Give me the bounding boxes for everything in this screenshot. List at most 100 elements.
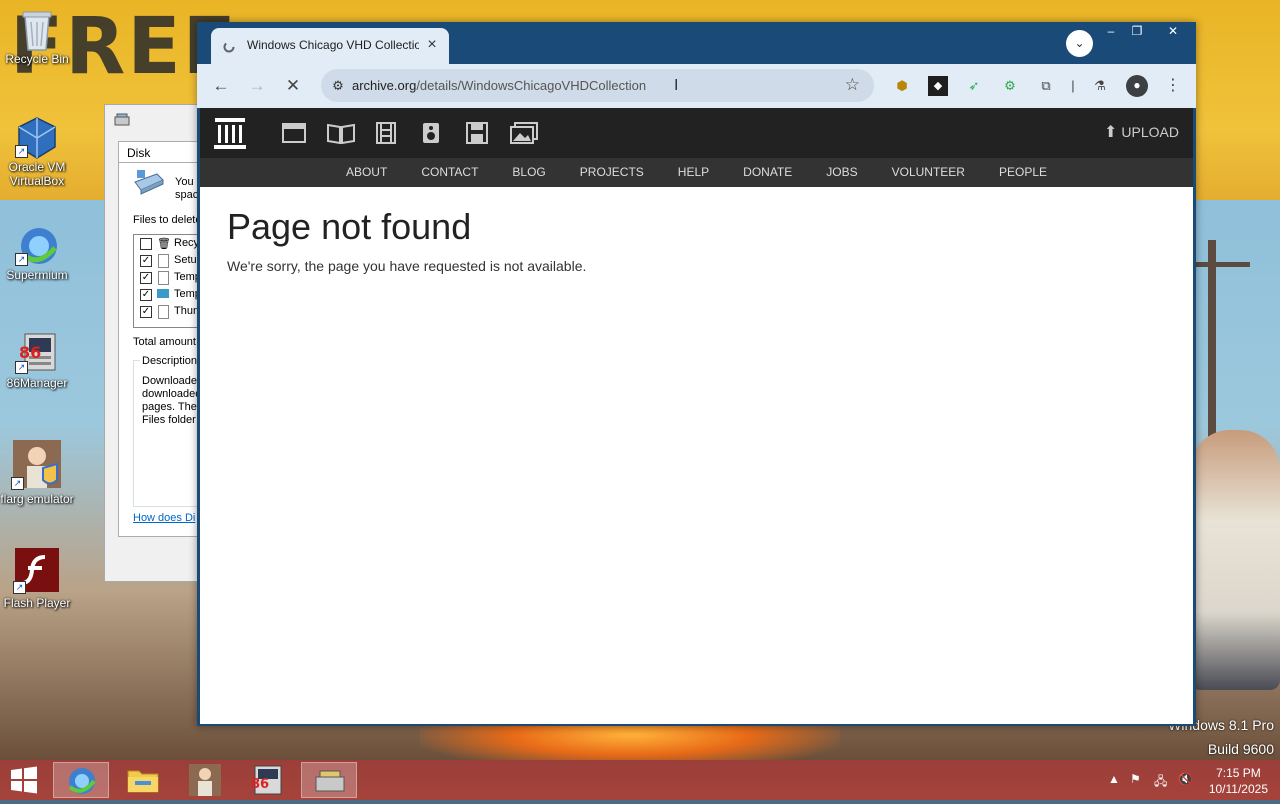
- video-film-icon[interactable]: [374, 122, 398, 144]
- taskbar-supermium[interactable]: [53, 762, 109, 798]
- upload-label: UPLOAD: [1121, 124, 1179, 140]
- recycle-bin-icon: [17, 8, 57, 51]
- extension-shield-icon[interactable]: ⬢: [892, 76, 912, 96]
- nav-projects[interactable]: PROJECTS: [563, 158, 661, 187]
- taskbar-disk-cleanup[interactable]: [301, 762, 357, 798]
- profile-avatar-icon[interactable]: ●: [1126, 75, 1148, 97]
- taskbar-86manager[interactable]: 86: [239, 762, 295, 798]
- loading-favicon-icon: [223, 40, 235, 53]
- nav-help[interactable]: HELP: [661, 158, 726, 187]
- window-controls: – ❐ ✕: [1098, 22, 1196, 40]
- internet-files-icon: [157, 289, 169, 298]
- new-tab-button[interactable]: +: [459, 30, 481, 52]
- desktop-icon-supermium[interactable]: ↗ Supermium: [0, 224, 74, 282]
- web-archive-icon[interactable]: [282, 122, 306, 144]
- bookmark-star-icon[interactable]: ☆: [845, 75, 860, 95]
- extensions-puzzle-icon[interactable]: ⧉: [1036, 76, 1056, 96]
- internet-archive-logo-icon[interactable]: [214, 116, 246, 150]
- list-item[interactable]: ✓ Thum: [134, 303, 204, 320]
- description-label: Description: [140, 355, 200, 367]
- text-cursor-icon: I: [674, 77, 679, 94]
- files-to-delete-list[interactable]: 🗑 Recy ✓ Setu ✓ Temp ✓ Temp ✓ Thum: [133, 234, 205, 328]
- volume-muted-icon[interactable]: 🔇: [1178, 772, 1193, 786]
- error-message: We're sorry, the page you have requested…: [227, 258, 587, 274]
- virtualbox-icon: ↗: [15, 116, 57, 159]
- description-line: Downloade: [142, 375, 198, 387]
- description-line: Files folder: [142, 414, 196, 426]
- stop-loading-icon[interactable]: ✕: [281, 74, 305, 98]
- back-arrow-icon[interactable]: ←: [209, 74, 233, 98]
- minimize-button[interactable]: –: [1098, 22, 1124, 40]
- disk-cleanup-help-link[interactable]: How does Di: [133, 512, 195, 524]
- desktop-icon-virtualbox[interactable]: ↗ Oracle VM VirtualBox: [0, 116, 74, 188]
- audio-speaker-icon[interactable]: [422, 122, 446, 144]
- svg-text:86: 86: [19, 343, 41, 362]
- windows-start-icon[interactable]: [9, 766, 39, 794]
- desktop-icon-label: Recycle Bin: [5, 52, 69, 66]
- tab-search-chevron-icon[interactable]: ⌄: [1066, 30, 1093, 57]
- tab-close-icon[interactable]: ×: [423, 36, 441, 54]
- images-icon[interactable]: [510, 122, 538, 144]
- network-icon[interactable]: 🖧: [1154, 772, 1167, 793]
- software-floppy-icon[interactable]: [466, 122, 490, 144]
- extension-roblox-icon[interactable]: ◆: [928, 76, 948, 96]
- list-item-label: Recy: [174, 237, 200, 249]
- show-hidden-icons-chevron[interactable]: ▲: [1108, 772, 1120, 786]
- extension-arrow-icon[interactable]: ➶: [964, 76, 984, 96]
- desktop-icon-flarg-emulator[interactable]: ↗ flarg emulator: [0, 440, 74, 506]
- labs-flask-icon[interactable]: ⚗: [1090, 76, 1110, 96]
- browser-window[interactable]: Windows Chicago VHD Collection × + ⌄ – ❐…: [197, 22, 1196, 726]
- file-icon: [158, 254, 169, 268]
- maximize-button[interactable]: ❐: [1124, 22, 1150, 40]
- checkbox-checked[interactable]: ✓: [140, 272, 152, 284]
- address-bar[interactable]: ⚙ archive.org/details/WindowsChicagoVHDC…: [321, 69, 874, 102]
- nav-jobs[interactable]: JOBS: [809, 158, 874, 187]
- taskbar-file-explorer[interactable]: [115, 762, 171, 798]
- desktop-icon-86manager[interactable]: 86 ↗ 86Manager: [0, 332, 74, 390]
- checkbox-unchecked[interactable]: [140, 238, 152, 250]
- desktop-icon-label: Flash Player: [3, 596, 71, 610]
- desktop-icon-flash-player[interactable]: ↗ Flash Player: [0, 548, 74, 610]
- web-page-content: ⬆ UPLOAD ABOUT CONTACT BLOG PROJECTS HELP…: [200, 108, 1193, 724]
- list-item[interactable]: ✓ Setu: [134, 252, 204, 269]
- url-text[interactable]: archive.org/details/WindowsChicagoVHDCol…: [352, 78, 646, 93]
- upload-arrow-icon: ⬆: [1104, 124, 1118, 141]
- os-watermark-build: Build 9600: [1207, 741, 1274, 757]
- checkbox-checked[interactable]: ✓: [140, 306, 152, 318]
- tab-disk-cleanup[interactable]: Disk Cleanup: [118, 141, 198, 174]
- taskbar-clock[interactable]: 7:15 PM 10/11/2025: [1209, 765, 1268, 797]
- taskbar-flarg-emulator[interactable]: [177, 762, 233, 798]
- description-line: downloaded: [142, 388, 202, 400]
- site-info-icon[interactable]: ⚙: [329, 77, 347, 95]
- nav-about[interactable]: ABOUT: [329, 158, 404, 187]
- list-item[interactable]: ✓ Temp: [134, 286, 204, 303]
- action-center-flag-icon[interactable]: ⚑: [1130, 772, 1141, 786]
- browser-titlebar[interactable]: Windows Chicago VHD Collection × + ⌄ – ❐…: [197, 22, 1196, 64]
- 86manager-icon: 86 ↗: [15, 332, 57, 374]
- extension-android-icon[interactable]: ⚙: [1000, 76, 1020, 96]
- forward-arrow-icon[interactable]: →: [245, 74, 269, 98]
- clock-date: 10/11/2025: [1208, 782, 1268, 796]
- nav-contact[interactable]: CONTACT: [404, 158, 495, 187]
- shortcut-arrow-icon: ↗: [11, 477, 24, 490]
- browser-tab-active[interactable]: Windows Chicago VHD Collection ×: [211, 28, 449, 64]
- browser-menu-icon[interactable]: ⋮: [1163, 76, 1183, 96]
- shortcut-arrow-icon: ↗: [15, 253, 28, 266]
- clock-time: 7:15 PM: [1216, 766, 1261, 780]
- nav-blog[interactable]: BLOG: [495, 158, 562, 187]
- list-item[interactable]: ✓ Temp: [134, 269, 204, 286]
- checkbox-checked[interactable]: ✓: [140, 255, 152, 267]
- supermium-icon: ↗: [15, 224, 57, 266]
- archive-nav-bar: ABOUT CONTACT BLOG PROJECTS HELP DONATE …: [200, 158, 1193, 187]
- nav-people[interactable]: PEOPLE: [982, 158, 1064, 187]
- list-item[interactable]: 🗑 Recy: [134, 235, 204, 252]
- close-window-button[interactable]: ✕: [1150, 22, 1196, 40]
- nav-volunteer[interactable]: VOLUNTEER: [875, 158, 982, 187]
- disk-cleanup-intro-line2: spac: [175, 189, 199, 201]
- checkbox-checked[interactable]: ✓: [140, 289, 152, 301]
- desktop-icon-label: 86Manager: [6, 376, 68, 390]
- upload-button[interactable]: ⬆ UPLOAD: [1104, 122, 1179, 142]
- texts-book-icon[interactable]: [327, 122, 355, 145]
- nav-donate[interactable]: DONATE: [726, 158, 809, 187]
- desktop-icon-recycle-bin[interactable]: Recycle Bin: [0, 8, 74, 66]
